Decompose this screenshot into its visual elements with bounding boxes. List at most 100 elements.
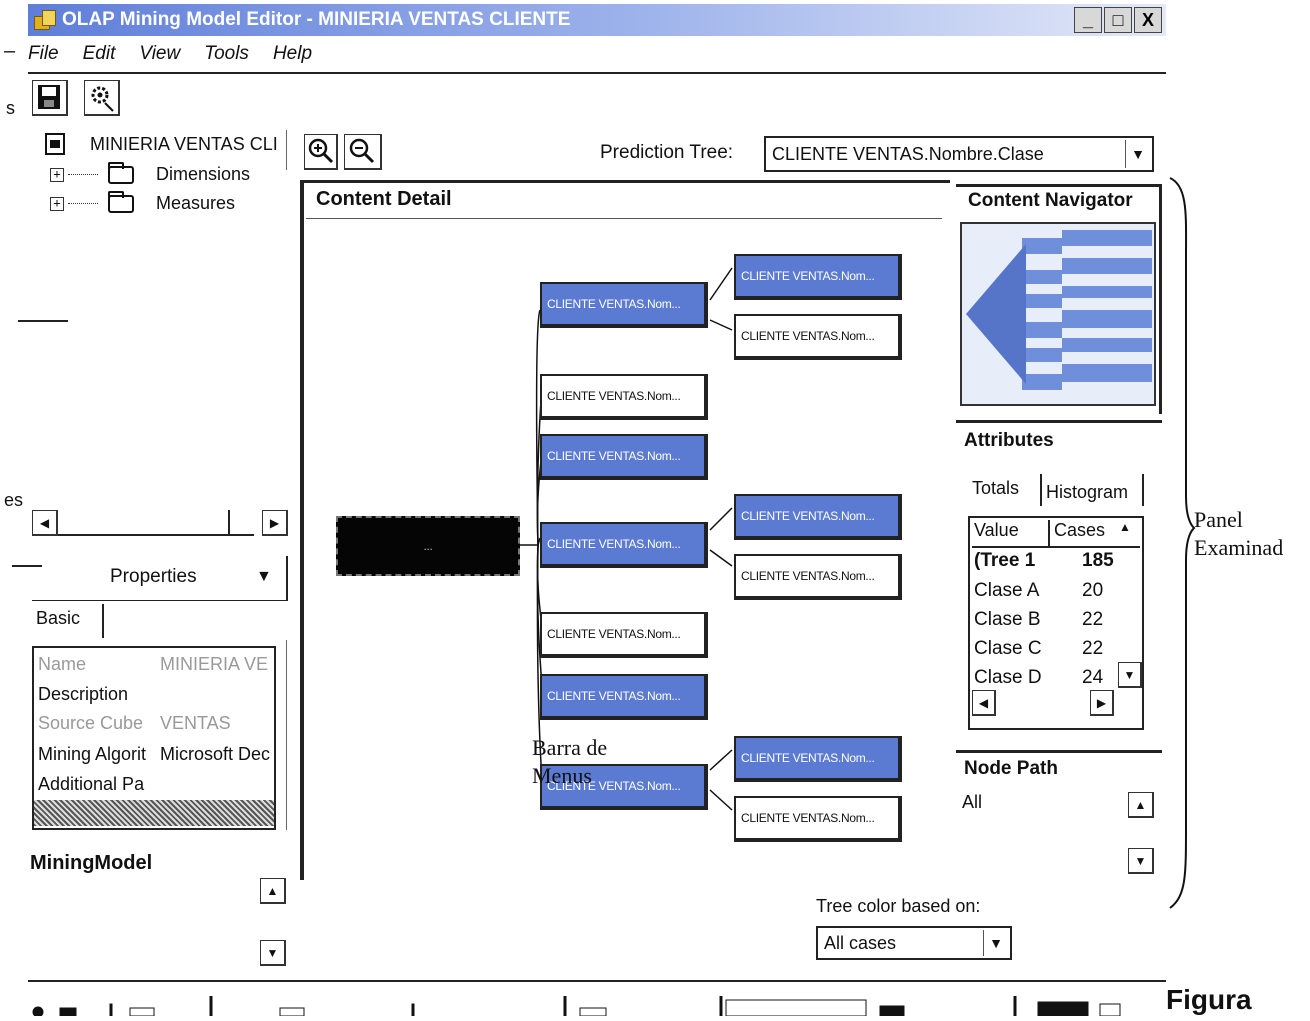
zoom-out-button[interactable] <box>344 134 382 170</box>
tree-node[interactable]: CLIENTE VENTAS.Nom... <box>734 254 902 300</box>
attribute-value: Clase D <box>974 667 1042 688</box>
scroll-down-button[interactable]: ▼ <box>1118 662 1142 688</box>
attributes-title: Attributes <box>964 430 1054 451</box>
prediction-tree-select[interactable]: CLIENTE VENTAS.Nombre.Clase ▼ <box>764 136 1154 172</box>
panel-annotation: Panel Examinad <box>1194 507 1284 560</box>
menu-edit[interactable]: Edit <box>83 43 116 65</box>
edge-fragment-es: es <box>4 490 24 510</box>
attribute-value: Clase C <box>974 638 1042 659</box>
tree-node[interactable]: CLIENTE VENTAS.Nom... <box>734 554 902 600</box>
menu-view[interactable]: View <box>139 43 180 65</box>
tree-root[interactable]: MINIERIA VENTAS CLI <box>42 130 278 158</box>
save-button[interactable] <box>32 80 68 116</box>
scroll-right-button[interactable]: ▶ <box>1090 690 1114 716</box>
tab-basic[interactable]: Basic <box>36 608 80 629</box>
column-header-value[interactable]: Value <box>972 520 1050 546</box>
attribute-row[interactable]: Clase B 22 <box>974 609 1122 631</box>
tree-color-select[interactable]: All cases ▼ <box>816 926 1012 960</box>
taskbar-fragment <box>30 995 1160 1018</box>
tree-item-measures[interactable]: + Measures <box>50 190 235 214</box>
property-row[interactable]: Name MINIERIA VE <box>38 654 272 675</box>
minimize-button[interactable]: _ <box>1074 7 1102 33</box>
scroll-up-button[interactable]: ▲ <box>1128 792 1154 818</box>
menu-bar: File Edit View Tools Help <box>28 38 336 70</box>
tree-node[interactable]: CLIENTE VENTAS.Nom... <box>540 674 708 720</box>
window-title: OLAP Mining Model Editor - MINIERIA VENT… <box>62 9 571 30</box>
cube-icon <box>45 133 65 155</box>
properties-noise-strip <box>34 800 274 826</box>
edge-fragment-dash: – <box>4 40 16 62</box>
tab-histogram[interactable]: Histogram <box>1046 482 1128 503</box>
expand-icon[interactable]: + <box>50 167 64 182</box>
tree-scrollbar[interactable]: ◀ ▶ <box>32 510 288 538</box>
properties-dropdown-icon[interactable]: ▼ <box>256 568 272 586</box>
menu-file[interactable]: File <box>28 43 59 65</box>
attribute-cases: 22 <box>1082 638 1104 659</box>
tree-item-dimensions[interactable]: + Dimensions <box>50 161 251 185</box>
scroll-left-button[interactable]: ◀ <box>972 690 996 716</box>
chevron-down-icon[interactable]: ▼ <box>1125 140 1150 168</box>
column-header-cases[interactable]: Cases <box>1050 520 1105 546</box>
property-value: MINIERIA VE <box>160 654 269 674</box>
property-key: Source Cube <box>38 713 144 733</box>
properties-header: Properties <box>110 566 197 587</box>
prediction-tree-label: Prediction Tree: <box>600 142 734 163</box>
content-detail-title: Content Detail <box>316 188 452 210</box>
process-button[interactable] <box>84 80 120 116</box>
attribute-row[interactable]: Clase D 24 <box>974 667 1122 689</box>
tree-item-label: Dimensions <box>156 164 251 184</box>
divider <box>286 640 287 830</box>
expand-icon[interactable]: + <box>50 196 64 211</box>
property-key: Description <box>38 684 129 704</box>
tree-overview-graphic <box>962 224 1154 404</box>
menu-tools[interactable]: Tools <box>204 43 249 65</box>
tree-node[interactable]: CLIENTE VENTAS.Nom... <box>540 612 708 658</box>
property-row[interactable]: Mining Algorit Microsoft Dec <box>38 744 272 765</box>
tree-border <box>286 130 287 170</box>
tree-node[interactable]: CLIENTE VENTAS.Nom... <box>734 494 902 540</box>
tree-node[interactable]: CLIENTE VENTAS.Nom... <box>540 374 708 420</box>
tab-totals[interactable]: Totals <box>972 478 1019 499</box>
tree-node[interactable]: CLIENTE VENTAS.Nom... <box>734 796 902 842</box>
tree-node[interactable]: CLIENTE VENTAS.Nom... <box>734 736 902 782</box>
scroll-left-button[interactable]: ◀ <box>32 510 58 536</box>
attribute-cases: 185 <box>1082 550 1114 571</box>
zoom-out-icon <box>349 138 375 164</box>
tree-node[interactable]: CLIENTE VENTAS.Nom... <box>540 434 708 480</box>
attribute-value: Clase A <box>974 580 1040 601</box>
tab-edge <box>1142 474 1144 506</box>
property-key: Additional Pa <box>38 774 145 794</box>
brace-icon <box>1169 177 1196 909</box>
navigator-thumbnail[interactable] <box>960 222 1156 406</box>
scroll-up-button[interactable]: ▲ <box>260 878 286 904</box>
figure-caption: Figura <box>1166 984 1252 1015</box>
scroll-down-button[interactable]: ▼ <box>260 940 286 966</box>
tree-root-node[interactable]: ... <box>336 516 520 576</box>
property-row[interactable]: Description <box>38 684 272 705</box>
scroll-down-button[interactable]: ▼ <box>1128 848 1154 874</box>
tree-node[interactable]: CLIENTE VENTAS.Nom... <box>540 282 708 328</box>
property-row[interactable]: Source Cube VENTAS <box>38 713 272 734</box>
chevron-down-icon[interactable]: ▼ <box>983 930 1008 956</box>
attribute-row[interactable]: Clase A 20 <box>974 580 1122 602</box>
attribute-cases: 22 <box>1082 609 1104 630</box>
sort-asc-icon: ▲ <box>1119 520 1131 534</box>
description-title: MiningModel <box>30 852 153 874</box>
attribute-row[interactable]: (Tree 1 185 <box>974 550 1122 572</box>
divider <box>286 556 288 600</box>
attribute-cases: 20 <box>1082 580 1104 601</box>
zoom-in-button[interactable] <box>304 134 338 170</box>
tree-connector <box>68 174 98 175</box>
scroll-right-button[interactable]: ▶ <box>262 510 288 536</box>
tree-connector <box>68 203 98 204</box>
app-icon <box>34 10 56 30</box>
tree-node[interactable]: CLIENTE VENTAS.Nom... <box>540 522 708 568</box>
close-button[interactable]: X <box>1134 7 1162 33</box>
menu-help[interactable]: Help <box>273 43 312 65</box>
property-row[interactable]: Additional Pa <box>38 774 272 795</box>
tree-node[interactable]: CLIENTE VENTAS.Nom... <box>734 314 902 360</box>
maximize-button[interactable]: □ <box>1104 7 1132 33</box>
tab-edge <box>1040 474 1042 506</box>
attribute-row[interactable]: Clase C 22 <box>974 638 1122 660</box>
divider <box>12 565 42 567</box>
